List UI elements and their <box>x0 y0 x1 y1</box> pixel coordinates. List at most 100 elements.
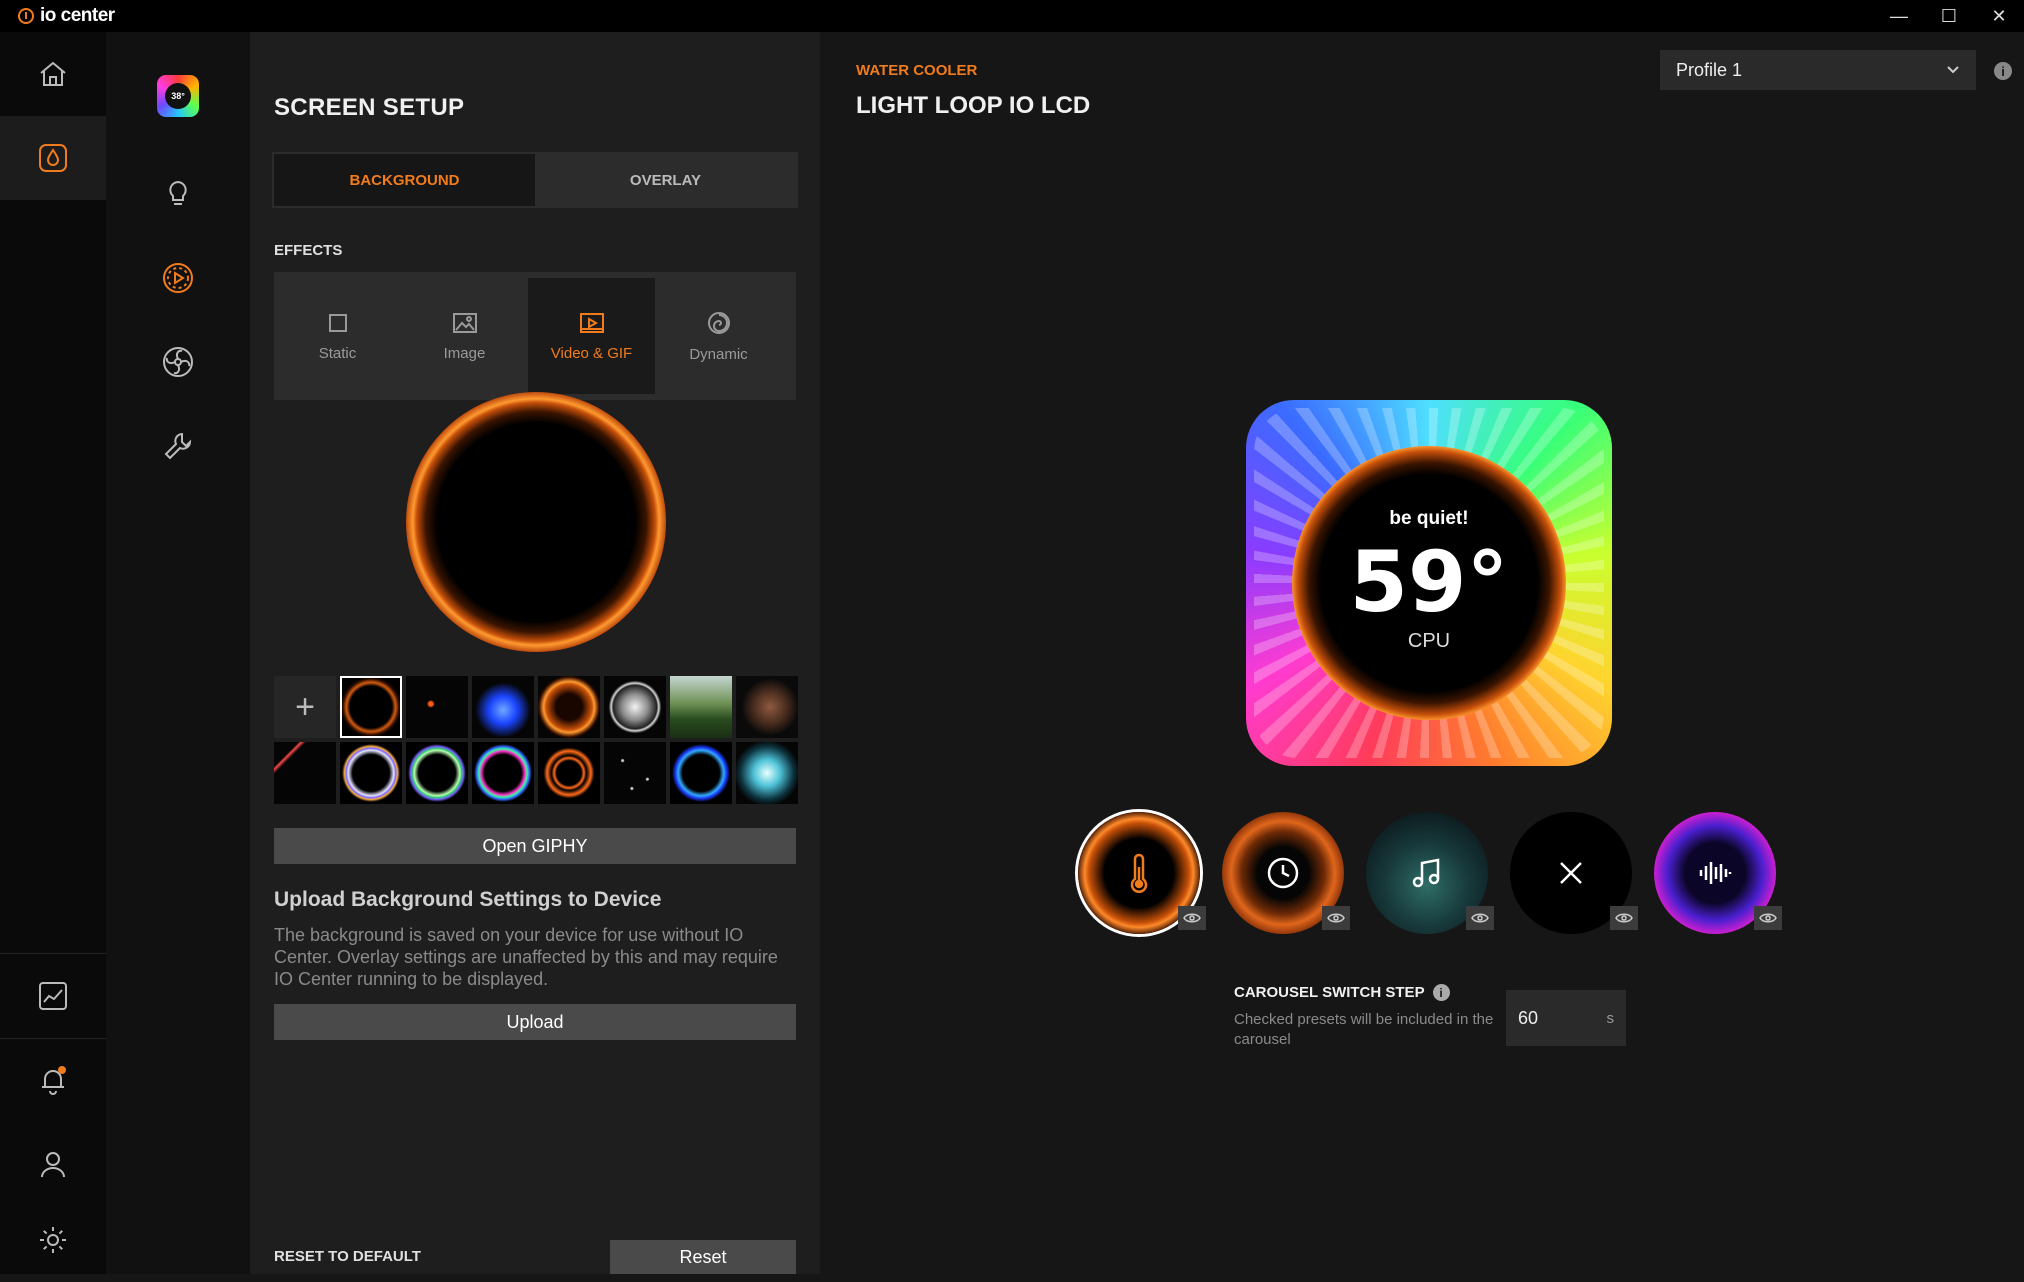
carousel-title-text: CAROUSEL SWITCH STEP <box>1234 984 1425 1001</box>
video-thumb-green-ring[interactable] <box>406 742 468 804</box>
video-thumb-forest[interactable] <box>670 676 732 738</box>
video-thumb-white-orb[interactable] <box>604 676 666 738</box>
effect-image[interactable]: Image <box>401 278 528 394</box>
preset-visibility-toggle[interactable] <box>1466 906 1494 930</box>
image-icon <box>452 312 477 333</box>
effect-label: Dynamic <box>689 345 748 363</box>
device-thumb-image: 38° <box>157 75 199 117</box>
eye-icon <box>1615 913 1633 923</box>
preset-temperature[interactable] <box>1078 812 1206 934</box>
preset-visibility-toggle[interactable] <box>1322 906 1350 930</box>
effect-video-gif[interactable]: Video & GIF <box>528 278 655 394</box>
video-thumb-spark[interactable] <box>406 676 468 738</box>
device-main: WATER COOLER LIGHT LOOP IO LCD Profile 1… <box>820 32 2024 1274</box>
reset-button[interactable]: Reset <box>610 1240 796 1274</box>
video-thumb-blue-flame[interactable] <box>472 676 534 738</box>
bulb-icon <box>169 180 187 205</box>
video-icon <box>579 312 604 333</box>
carousel-description: Checked presets will be included in the … <box>1234 1011 1494 1048</box>
wrench-icon <box>164 432 192 460</box>
nav-settings[interactable] <box>0 1198 106 1282</box>
device-category: WATER COOLER <box>856 62 978 79</box>
background-overlay-tabs: BACKGROUND OVERLAY <box>272 152 798 208</box>
eye-icon <box>1327 913 1345 923</box>
preset-music[interactable] <box>1366 812 1494 934</box>
video-thumb-fire-ring[interactable] <box>538 676 600 738</box>
info-icon[interactable]: i <box>1432 984 1450 1001</box>
subnav-tools[interactable] <box>106 414 250 478</box>
device-lcd-preview: be quiet! 59° CPU <box>1246 400 1612 766</box>
clock-icon <box>1267 857 1299 889</box>
subnav-fan[interactable] <box>106 330 250 394</box>
screen-setup-panel: SCREEN SETUP BACKGROUND OVERLAY EFFECTS … <box>250 32 820 1274</box>
preset-none[interactable] <box>1510 812 1638 934</box>
nav-home[interactable] <box>0 32 106 116</box>
close-icon <box>1560 862 1582 884</box>
tab-overlay[interactable]: OVERLAY <box>535 154 796 206</box>
carousel-step-value: 60 <box>1518 1007 1539 1028</box>
maximize-button[interactable]: ☐ <box>1924 0 1974 32</box>
swirl-icon <box>707 311 730 334</box>
preset-visibility-toggle[interactable] <box>1754 906 1782 930</box>
video-thumb-vortex[interactable] <box>736 742 798 804</box>
minimize-button[interactable]: — <box>1874 0 1924 32</box>
device-thumb-temp: 38° <box>165 83 191 109</box>
nav-water-cooler[interactable] <box>0 116 106 200</box>
video-thumb-orange-ring[interactable] <box>340 676 402 738</box>
preset-visibility-toggle[interactable] <box>1178 906 1206 930</box>
effect-label: Video & GIF <box>550 344 633 362</box>
preset-visibility-toggle[interactable] <box>1610 906 1638 930</box>
profile-value: Profile 1 <box>1676 59 1743 80</box>
add-video-button[interactable]: + <box>274 676 336 738</box>
effect-label: Static <box>318 344 357 362</box>
effects-selector: Static Image Video & GIF Dynamic <box>274 272 796 400</box>
lcd-label: CPU <box>1407 630 1451 652</box>
eye-icon <box>1183 913 1201 923</box>
video-thumb-planet[interactable] <box>736 676 798 738</box>
tab-background[interactable]: BACKGROUND <box>274 154 535 206</box>
app-name: io center <box>40 5 115 26</box>
chevron-down-icon <box>1947 66 1959 74</box>
preset-audio[interactable] <box>1654 812 1782 934</box>
video-thumb-comet[interactable] <box>274 742 336 804</box>
nav-account[interactable] <box>0 1122 106 1206</box>
info-icon[interactable]: i <box>1994 62 2012 80</box>
eye-icon <box>1471 913 1489 923</box>
profile-select[interactable]: Profile 1 <box>1660 50 1976 90</box>
carousel-step-unit: s <box>1606 1009 1615 1027</box>
preset-clock[interactable] <box>1222 812 1350 934</box>
fan-icon <box>163 347 193 377</box>
nav-notifications[interactable] <box>0 1038 106 1122</box>
lcd-brand: be quiet! <box>1389 508 1469 529</box>
carousel-title: CAROUSEL SWITCH STEP i <box>1234 984 1450 1001</box>
chart-icon <box>39 982 67 1010</box>
close-window-button[interactable]: ✕ <box>1974 0 2024 32</box>
upload-title: Upload Background Settings to Device <box>274 888 662 911</box>
nav-monitoring[interactable] <box>0 954 106 1038</box>
window-controls: — ☐ ✕ <box>1874 0 2024 32</box>
device-thumbnail[interactable]: 38° <box>106 58 250 134</box>
effects-label: EFFECTS <box>274 242 343 259</box>
video-thumb-rainbow-ring[interactable] <box>472 742 534 804</box>
device-subnav: 38° <box>106 32 250 1274</box>
effect-static[interactable]: Static <box>274 278 401 394</box>
video-thumb-white-ring[interactable] <box>340 742 402 804</box>
upload-button[interactable]: Upload <box>274 1004 796 1040</box>
music-icon <box>1412 858 1440 888</box>
video-thumb-orange-double-ring[interactable] <box>538 742 600 804</box>
video-thumb-blue-ring[interactable] <box>670 742 732 804</box>
gear-icon <box>40 1227 66 1253</box>
overlay-presets <box>1078 812 1798 940</box>
waveform-icon <box>1699 862 1732 884</box>
device-name: LIGHT LOOP IO LCD <box>856 92 1091 119</box>
effect-dynamic[interactable]: Dynamic <box>655 278 782 394</box>
subnav-lighting[interactable] <box>106 162 250 226</box>
carousel-step-input[interactable]: 60 s <box>1506 990 1626 1046</box>
upload-description: The background is saved on your device f… <box>274 925 778 989</box>
bell-icon <box>42 1066 66 1095</box>
home-icon <box>40 61 66 86</box>
open-giphy-button[interactable]: Open GIPHY <box>274 828 796 864</box>
eye-icon <box>1759 913 1777 923</box>
subnav-screen[interactable] <box>106 246 250 310</box>
video-thumb-starfield[interactable] <box>604 742 666 804</box>
